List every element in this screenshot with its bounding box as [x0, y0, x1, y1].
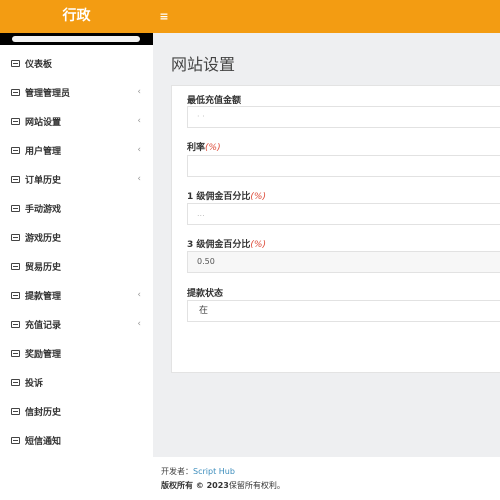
- hamburger-menu-icon[interactable]: ≡: [156, 0, 172, 33]
- chevron-left-icon: ‹: [137, 174, 141, 184]
- level1-commission-label-text: 1 级佣金百分比: [187, 192, 251, 202]
- level1-commission-value: ...: [197, 209, 205, 218]
- withdraw-status-select[interactable]: 在: [187, 300, 500, 322]
- interest-rate-label-text: 利率: [187, 143, 206, 153]
- developer-link[interactable]: Script Hub: [193, 467, 235, 476]
- sidebar-item-sms-notifications[interactable]: 短信通知: [0, 426, 153, 455]
- sidebar-item-label: 手动游戏: [25, 205, 62, 215]
- sidebar-item-label: 短信通知: [25, 437, 62, 447]
- min-recharge-value: · ·: [197, 112, 205, 121]
- list-icon: [11, 89, 20, 96]
- sidebar-item-dashboard[interactable]: 仪表板: [0, 49, 153, 78]
- sidebar-menu: 仪表板 管理管理员 ‹ 网站设置 ‹ 用户管理 ‹ 订单历史 ‹ 手动游戏 游戏…: [0, 49, 153, 455]
- percent-unit: (%): [205, 143, 221, 153]
- min-recharge-input[interactable]: · ·: [187, 106, 500, 128]
- level1-commission-label: 1 级佣金百分比(%): [187, 189, 266, 202]
- sidebar-item-label: 信封历史: [25, 408, 62, 418]
- copyright-rest: 保留所有权利。: [228, 481, 285, 490]
- sidebar-item-recharge-records[interactable]: 充值记录 ‹: [0, 310, 153, 339]
- withdraw-status-value: 在: [199, 306, 209, 316]
- copyright: 版权所有 © 2023保留所有权利。: [161, 480, 285, 491]
- list-icon: [11, 379, 20, 386]
- sidebar-item-label: 用户管理: [25, 147, 62, 157]
- page-footer: 开发者：Script Hub 版权所有 © 2023保留所有权利。: [153, 457, 500, 500]
- list-icon: [11, 60, 20, 67]
- page-title: 网站设置: [171, 55, 236, 74]
- list-icon: [11, 437, 20, 444]
- level1-commission-input[interactable]: ...: [187, 203, 500, 225]
- list-icon: [11, 147, 20, 154]
- brand-logo[interactable]: 行政: [0, 0, 153, 33]
- copyright-bold: 版权所有 © 2023: [161, 481, 229, 490]
- sidebar-item-label: 游戏历史: [25, 234, 62, 244]
- developer-prefix: 开发者：: [161, 467, 193, 476]
- sidebar-item-label: 管理管理员: [25, 89, 71, 99]
- sidebar-item-manage-admins[interactable]: 管理管理员 ‹: [0, 78, 153, 107]
- list-icon: [11, 205, 20, 212]
- min-recharge-label: 最低充值金额: [187, 93, 241, 106]
- level3-commission-label: 3 级佣金百分比(%): [187, 237, 266, 250]
- sidebar-item-label: 充值记录: [25, 321, 62, 331]
- withdraw-status-label-text: 提款状态: [187, 289, 224, 299]
- chevron-left-icon: ‹: [137, 87, 141, 97]
- sidebar-item-reward-management[interactable]: 奖励管理: [0, 339, 153, 368]
- list-icon: [11, 321, 20, 328]
- list-icon: [11, 263, 20, 270]
- chevron-left-icon: ‹: [137, 145, 141, 155]
- list-icon: [11, 118, 20, 125]
- settings-form: 最低充值金额 · · 利率(%) 1 级佣金百分比(%) ... 3 级佣金百分…: [171, 85, 500, 373]
- list-icon: [11, 350, 20, 357]
- min-recharge-label-text: 最低充值金额: [187, 96, 242, 106]
- sidebar: 仪表板 管理管理员 ‹ 网站设置 ‹ 用户管理 ‹ 订单历史 ‹ 手动游戏 游戏…: [0, 33, 153, 500]
- interest-rate-label: 利率(%): [187, 140, 221, 153]
- main-content: 网站设置 最低充值金额 · · 利率(%) 1 级佣金百分比(%) ... 3 …: [153, 33, 500, 457]
- sidebar-item-user-management[interactable]: 用户管理 ‹: [0, 136, 153, 165]
- redacted-username: [12, 36, 140, 42]
- level3-commission-input[interactable]: 0.50: [187, 251, 500, 273]
- chevron-left-icon: ‹: [137, 319, 141, 329]
- chevron-left-icon: ‹: [137, 290, 141, 300]
- percent-unit: (%): [250, 192, 266, 202]
- sidebar-item-order-history[interactable]: 订单历史 ‹: [0, 165, 153, 194]
- level3-commission-label-text: 3 级佣金百分比: [187, 240, 251, 250]
- user-panel: [0, 33, 153, 45]
- chevron-left-icon: ‹: [137, 116, 141, 126]
- percent-unit: (%): [250, 240, 266, 250]
- sidebar-item-envelope-history[interactable]: 信封历史: [0, 397, 153, 426]
- sidebar-item-label: 订单历史: [25, 176, 62, 186]
- sidebar-item-label: 贸易历史: [25, 263, 62, 273]
- developer-credit: 开发者：Script Hub: [161, 466, 235, 477]
- sidebar-item-manual-game[interactable]: 手动游戏: [0, 194, 153, 223]
- sidebar-item-complaints[interactable]: 投诉: [0, 368, 153, 397]
- sidebar-item-label: 奖励管理: [25, 350, 62, 360]
- list-icon: [11, 176, 20, 183]
- interest-rate-input[interactable]: [187, 155, 500, 177]
- top-navbar: 行政 ≡: [0, 0, 500, 33]
- withdraw-status-label: 提款状态: [187, 286, 223, 299]
- sidebar-item-label: 网站设置: [25, 118, 62, 128]
- sidebar-item-game-history[interactable]: 游戏历史: [0, 223, 153, 252]
- sidebar-item-label: 提款管理: [25, 292, 62, 302]
- list-icon: [11, 234, 20, 241]
- sidebar-item-label: 投诉: [25, 379, 44, 389]
- level3-commission-value: 0.50: [197, 257, 215, 266]
- sidebar-item-trade-history[interactable]: 贸易历史: [0, 252, 153, 281]
- sidebar-item-label: 仪表板: [25, 60, 53, 70]
- sidebar-item-withdrawal-management[interactable]: 提款管理 ‹: [0, 281, 153, 310]
- sidebar-item-site-settings[interactable]: 网站设置 ‹: [0, 107, 153, 136]
- list-icon: [11, 292, 20, 299]
- list-icon: [11, 408, 20, 415]
